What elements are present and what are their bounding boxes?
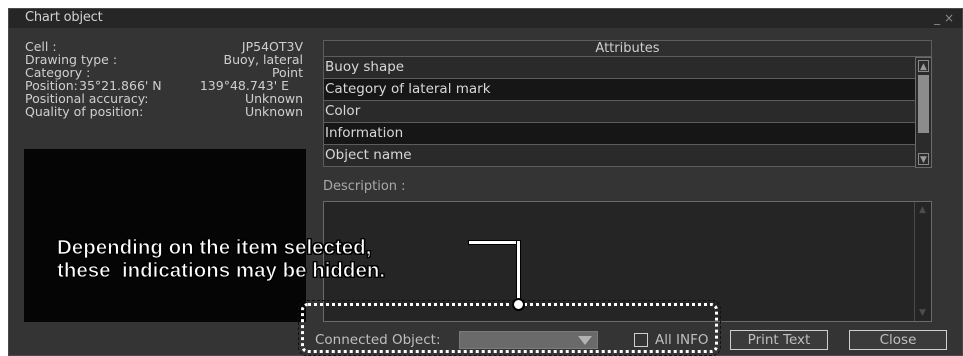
attribute-row[interactable]: Object name: [323, 145, 931, 167]
up-arrow-icon[interactable]: ▲: [917, 204, 928, 216]
attributes-table: Attributes Buoy shape Category of latera…: [323, 40, 932, 168]
print-text-button[interactable]: Print Text: [730, 330, 828, 350]
down-arrow-icon[interactable]: ▼: [917, 307, 928, 319]
object-info-panel: Cell : JP54OT3V Drawing type : Buoy, lat…: [25, 40, 303, 118]
scrollbar-thumb[interactable]: [918, 75, 929, 133]
up-arrow-icon[interactable]: ▲: [918, 60, 929, 72]
quality-value: Unknown: [244, 104, 303, 119]
close-button[interactable]: Close: [849, 330, 947, 350]
callout-line-1: Depending on the item selected,: [57, 236, 372, 260]
down-arrow-icon[interactable]: ▼: [918, 153, 929, 165]
description-scrollbar[interactable]: ▲ ▼: [914, 202, 931, 321]
attribute-row[interactable]: Information: [323, 123, 931, 145]
quality-label: Quality of position:: [25, 104, 144, 119]
callout-annotation: Depending on the item selected, these in…: [57, 236, 477, 283]
callout-leader-dot: [512, 298, 525, 311]
window-controls-icon[interactable]: _ ×: [934, 12, 954, 24]
attribute-row[interactable]: Category of lateral mark: [323, 79, 931, 101]
attributes-scrollbar[interactable]: ▲ ▼: [915, 57, 932, 168]
titlebar: Chart object _ ×: [9, 9, 962, 28]
callout-line-2: these indications may be hidden.: [57, 259, 386, 283]
attribute-row[interactable]: Buoy shape: [323, 57, 931, 79]
description-label: Description :: [323, 179, 406, 194]
attributes-list: Buoy shape Category of lateral mark Colo…: [323, 57, 932, 168]
window-title: Chart object: [25, 10, 103, 25]
attributes-header: Attributes: [323, 40, 932, 57]
attribute-row[interactable]: Color: [323, 101, 931, 123]
callout-highlight-box: [298, 300, 721, 356]
info-quality-row: Quality of position: Unknown: [25, 105, 303, 118]
callout-leader-vertical: [516, 240, 521, 302]
